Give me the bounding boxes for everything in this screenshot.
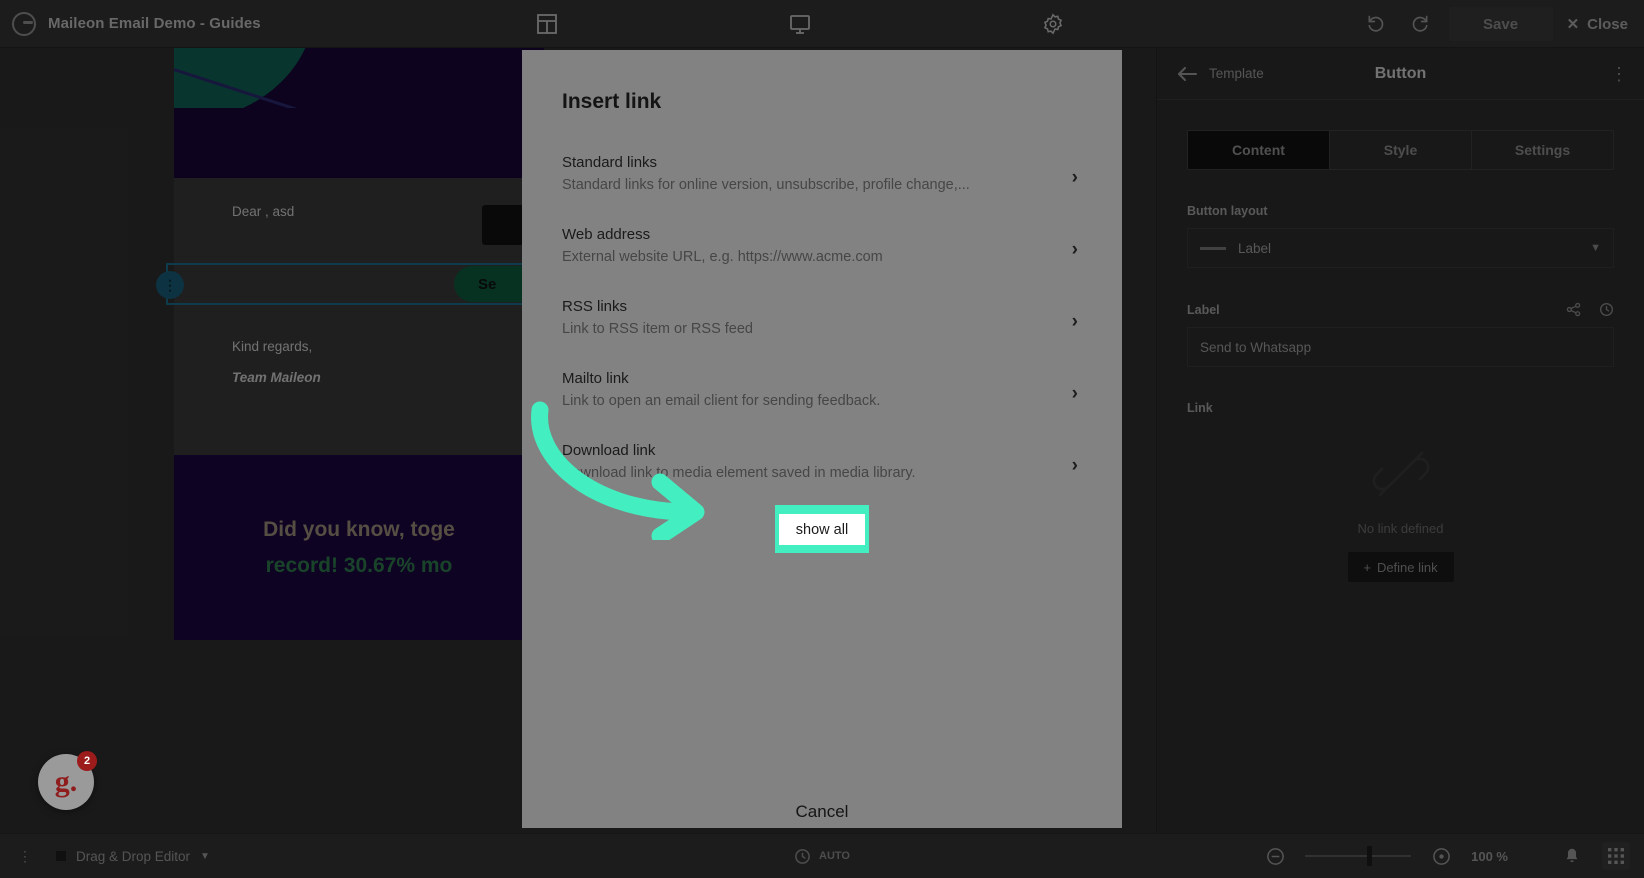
- list-item-title: Web address: [562, 226, 651, 243]
- list-item-title: Standard links: [562, 154, 658, 171]
- annotation-arrow: [531, 401, 705, 540]
- link-type-web-address[interactable]: Web address External website URL, e.g. h…: [522, 214, 1122, 286]
- list-item-title: RSS links: [562, 298, 628, 315]
- list-item-subtitle: Standard links for online version, unsub…: [562, 177, 970, 193]
- editor-window: Maileon Email Demo - Guides Save ✕ Close…: [0, 0, 1644, 878]
- link-type-rss[interactable]: RSS links Link to RSS item or RSS feed ›: [522, 286, 1122, 358]
- cancel-button[interactable]: Cancel: [522, 802, 1122, 822]
- list-item-subtitle: External website URL, e.g. https://www.a…: [562, 249, 883, 265]
- list-item-title: Mailto link: [562, 370, 629, 387]
- dialog-title: Insert link: [562, 90, 662, 113]
- chevron-right-icon: ›: [1071, 239, 1078, 260]
- chevron-right-icon: ›: [1071, 455, 1078, 476]
- show-all-button[interactable]: show all: [779, 514, 865, 545]
- list-item-subtitle: Link to RSS item or RSS feed: [562, 321, 753, 337]
- guide-badge[interactable]: g. 2: [38, 751, 97, 810]
- chevron-right-icon: ›: [1071, 167, 1078, 188]
- link-type-standard[interactable]: Standard links Standard links for online…: [522, 142, 1122, 214]
- guide-badge-count: 2: [77, 751, 97, 771]
- chevron-right-icon: ›: [1071, 383, 1078, 404]
- guide-logo: g.: [54, 765, 78, 798]
- chevron-right-icon: ›: [1071, 311, 1078, 332]
